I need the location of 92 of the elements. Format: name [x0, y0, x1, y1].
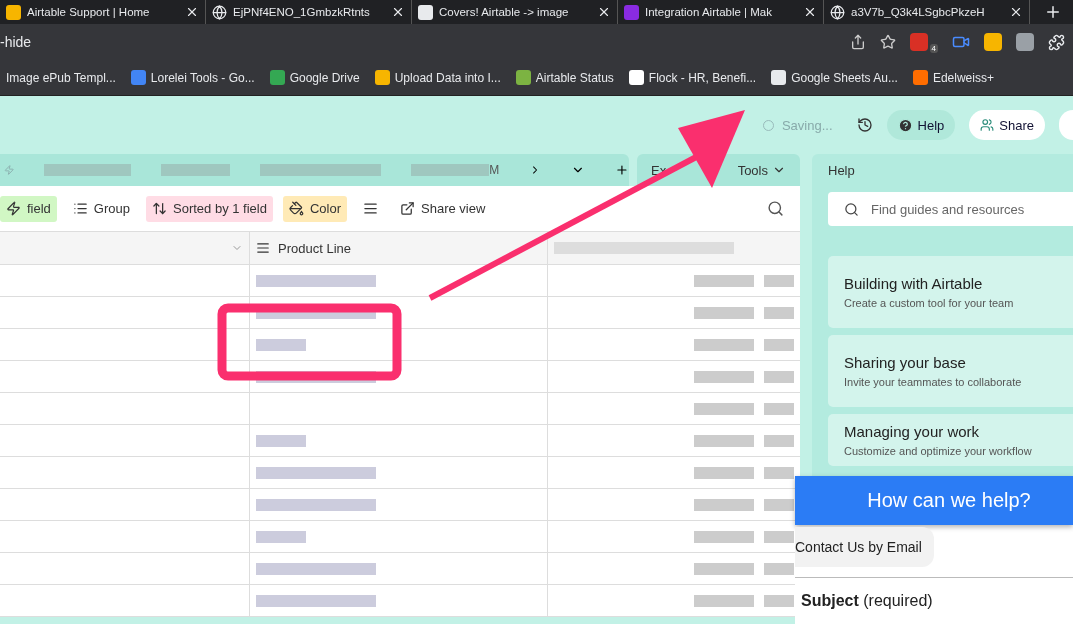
sort-icon [152, 201, 167, 216]
filter-button[interactable]: field [0, 195, 57, 222]
blurred-text [764, 274, 794, 287]
site-icon [771, 70, 787, 85]
blurred-text [694, 594, 754, 607]
blurred-text [764, 530, 794, 543]
blurred-text [694, 370, 754, 383]
bookmark[interactable]: Upload Data into I... [374, 70, 501, 85]
site-icon [269, 70, 285, 85]
group-button[interactable]: Group [66, 195, 136, 222]
people-icon [980, 118, 995, 132]
add-icon[interactable] [615, 162, 629, 178]
site-icon [374, 70, 390, 85]
address-field[interactable]: -hide [0, 34, 836, 50]
blurred-text [256, 338, 306, 351]
share-icon[interactable] [849, 34, 866, 50]
subject-label: Subject (required) [795, 577, 1073, 624]
color-button[interactable]: Color [282, 195, 348, 222]
blurred-text [764, 306, 794, 319]
share-icon [400, 201, 416, 216]
blurred-text [764, 466, 794, 479]
chat-bubble[interactable]: Contact Us by Email [795, 527, 934, 567]
close-icon[interactable] [803, 5, 817, 19]
table-tab[interactable]: M [489, 163, 500, 177]
tools-menu[interactable]: Tools [737, 162, 786, 178]
help-card[interactable]: Building with Airtable Create a custom tool for your team [828, 256, 1073, 328]
blurred-text [256, 530, 306, 543]
blurred-text [764, 562, 794, 575]
filter-icon [6, 201, 21, 216]
blurred-text [764, 402, 794, 415]
puzzle-icon[interactable] [1048, 33, 1065, 51]
close-icon[interactable] [597, 5, 611, 19]
blurred-text [694, 498, 754, 511]
blurred-text [694, 274, 754, 287]
globe-icon [830, 4, 845, 20]
extension-icon[interactable] [1016, 33, 1034, 51]
blurred-text [694, 338, 754, 351]
bookmark[interactable]: Image ePub Templ... [6, 70, 116, 85]
blurred-text [694, 562, 754, 575]
blurred-text [764, 498, 794, 511]
share-button[interactable]: Share view [394, 195, 492, 222]
blurred-text [764, 370, 794, 383]
close-icon[interactable] [1009, 5, 1023, 19]
bookmark[interactable]: Google Drive [269, 70, 360, 85]
chat-header: How can we help? [795, 476, 1073, 525]
badge-count: 4 [929, 43, 938, 53]
extension-icon[interactable] [984, 33, 1002, 51]
blurred-text [694, 402, 754, 415]
bookmark[interactable]: Flock - HR, Benefi... [628, 70, 757, 85]
site-icon [912, 70, 928, 85]
site-icon [418, 4, 433, 20]
site-icon [515, 70, 531, 85]
bookmark[interactable]: Airtable Status [515, 70, 614, 85]
blurred-text [764, 434, 794, 447]
globe-icon [212, 4, 227, 20]
help-card[interactable]: Sharing your base Invite your teammates to collaborate [828, 335, 1073, 407]
site-icon [130, 70, 146, 85]
help-card[interactable]: Managing your work Customize and optimize your workflow [828, 414, 1073, 466]
site-icon [624, 4, 639, 20]
site-icon [6, 4, 21, 20]
search-field[interactable]: Find guides and resources [828, 192, 1073, 226]
blurred-text [764, 594, 794, 607]
blurred-text [764, 338, 794, 351]
height-icon [363, 201, 379, 216]
share-button[interactable]: Share [969, 110, 1045, 140]
bookmark[interactable]: Lorelei Tools - Go... [130, 70, 255, 85]
site-icon [628, 70, 644, 85]
lightning-icon [4, 164, 15, 176]
blurred-text [694, 434, 754, 447]
bookmark[interactable]: Google Sheets Au... [771, 70, 898, 85]
blurred-text [160, 164, 231, 176]
bookmark[interactable]: Edelweiss+ [912, 70, 994, 85]
close-icon[interactable] [391, 5, 405, 19]
group-icon [72, 201, 88, 216]
help-icon [897, 117, 913, 133]
color-icon [288, 201, 304, 216]
sort-button[interactable]: Sorted by 1 field [146, 195, 273, 222]
history-icon[interactable] [856, 117, 873, 133]
blurred-text [694, 530, 754, 543]
search-icon [844, 201, 859, 217]
extension-icon[interactable] [909, 33, 928, 51]
text-field-icon [256, 241, 270, 255]
blurred-text [694, 466, 754, 479]
blurred-text [694, 306, 754, 319]
help-button[interactable]: Help [886, 110, 956, 140]
star-icon[interactable] [879, 34, 896, 50]
panel-title: Help [828, 163, 856, 178]
close-icon[interactable] [185, 5, 199, 19]
new-tab-icon[interactable] [1044, 3, 1062, 21]
saving-status: Saving... [762, 117, 833, 133]
blurred-text [256, 434, 306, 447]
search-icon[interactable] [767, 200, 784, 217]
